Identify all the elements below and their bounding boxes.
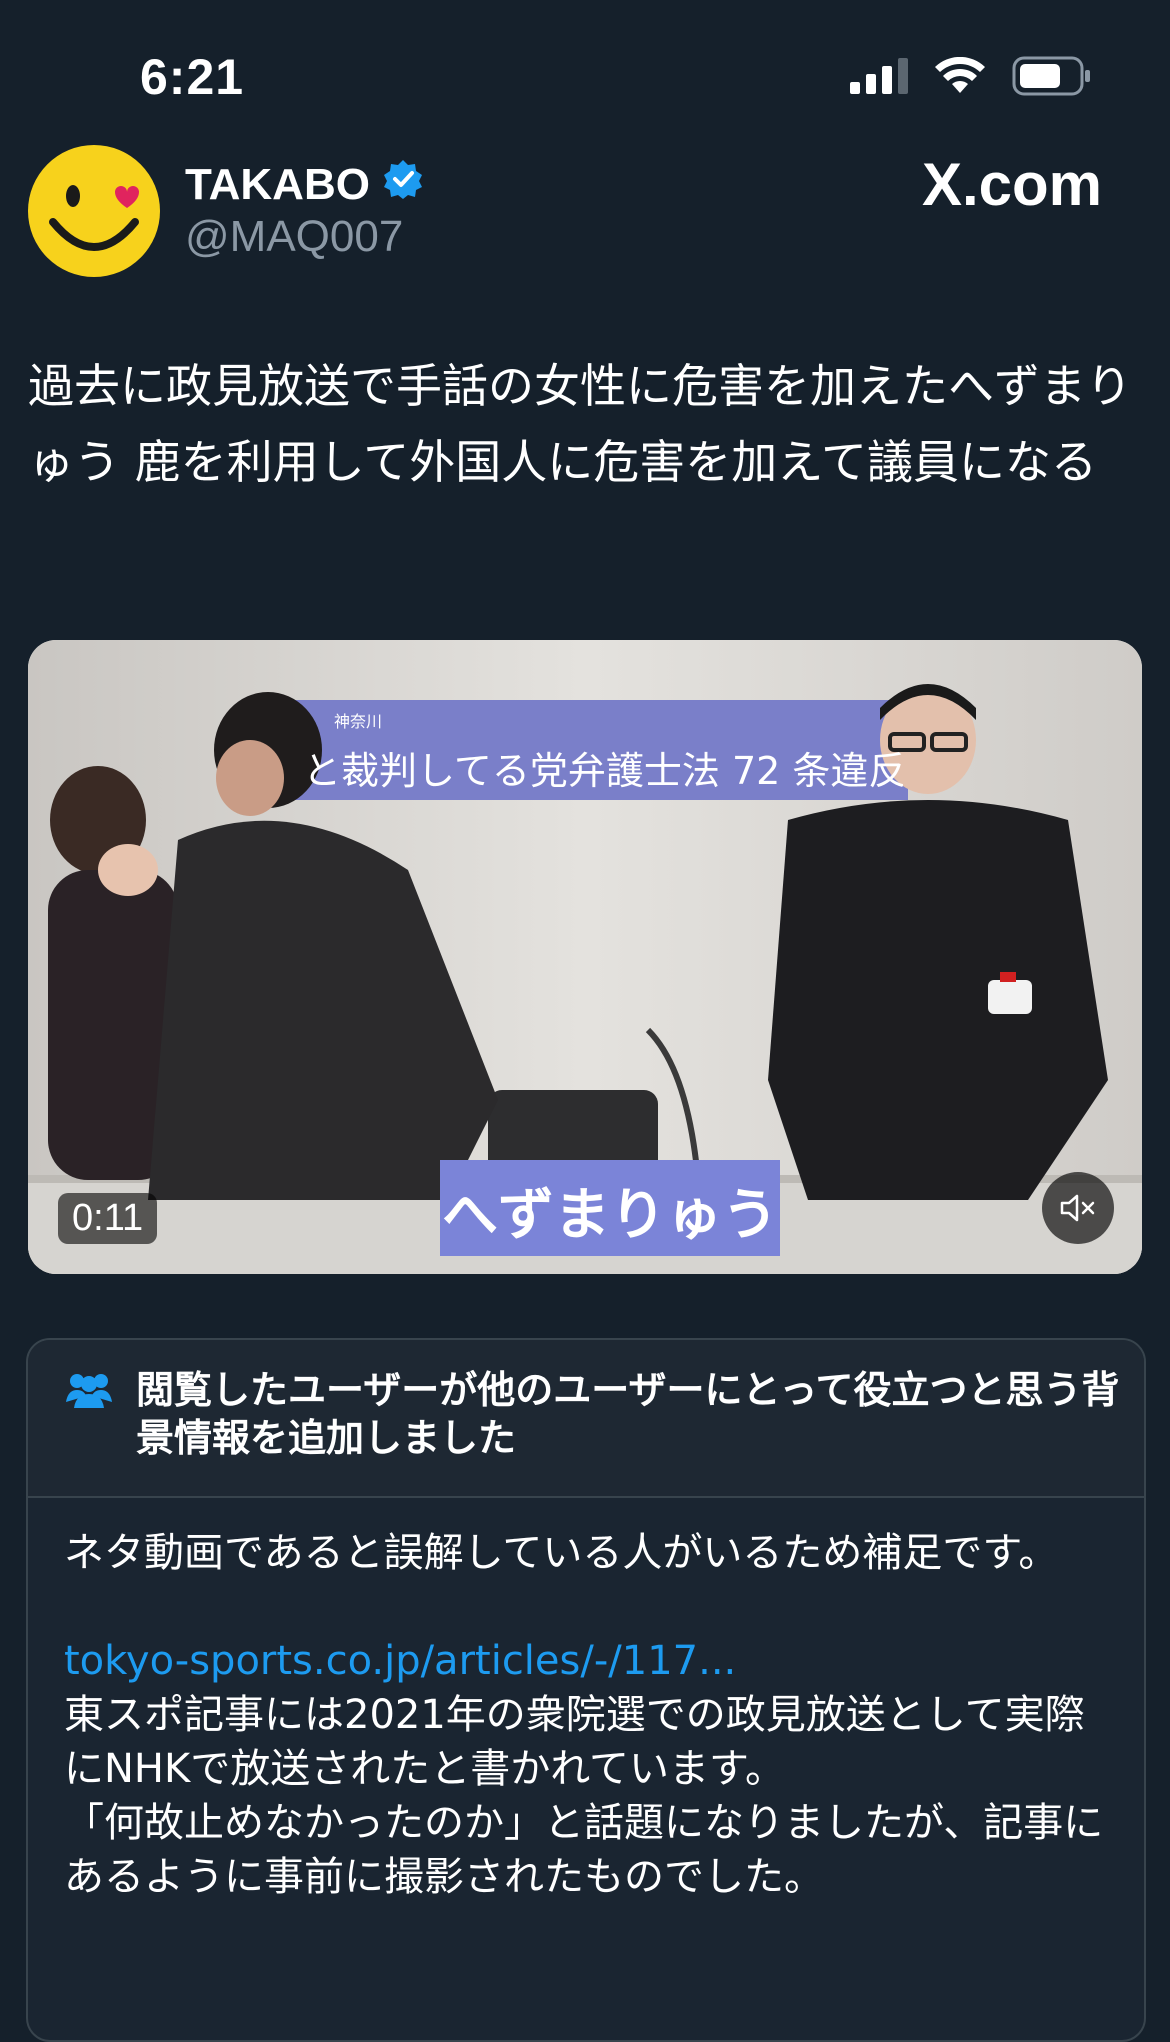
site-label: X.com: [921, 151, 1102, 218]
note-paragraph-2: 「何故止めなかったのか」と話題になりましたが、記事にあるように事前に撮影されたも…: [64, 1800, 1104, 1900]
wifi-icon: [934, 56, 986, 99]
post-header: TAKABO @MAQ007 X.com: [0, 140, 1170, 290]
x-com-logo: X.com: [922, 150, 1102, 219]
note-intro: ネタ動画であると誤解している人がいるため補足です。: [64, 1530, 1059, 1576]
video-duration: 0:11: [58, 1193, 158, 1244]
verified-badge-icon: [382, 158, 424, 211]
mute-button[interactable]: [1042, 1172, 1114, 1244]
avatar[interactable]: [27, 144, 161, 278]
post-text: 過去に政見放送で手話の女性に危害を加えたへずまりゅう 鹿を利用して外国人に危害を…: [28, 359, 1132, 489]
status-bar: 6:21: [0, 0, 1170, 150]
community-note-header: 閲覧したユーザーが他のユーザーにとって役立つと思う背景情報を追加しました: [28, 1340, 1144, 1498]
user-handle[interactable]: @MAQ007: [185, 212, 403, 262]
smiley-avatar-image: [28, 145, 160, 277]
banner-text: と裁判してる党弁護士法 72 条違反: [303, 749, 903, 793]
video-player[interactable]: 神奈川 と裁判してる党弁護士法 72 条違反 へずまりゅう 0:11: [28, 640, 1142, 1274]
speaker-muted-icon: [1059, 1192, 1097, 1224]
status-time: 6:21: [140, 49, 245, 105]
community-note-body: ネタ動画であると誤解している人がいるため補足です。 tokyo-sports.c…: [64, 1526, 1124, 1904]
cellular-signal-icon: [850, 58, 908, 98]
nameplate-text: へずまりゅう: [442, 1183, 778, 1248]
people-icon: [64, 1370, 114, 1414]
display-name-text: TAKABO: [185, 159, 370, 209]
community-note: 閲覧したユーザーが他のユーザーにとって役立つと思う背景情報を追加しました ネタ動…: [26, 1338, 1146, 2042]
display-name[interactable]: TAKABO: [185, 158, 424, 211]
note-paragraph-1: 東スポ記事には2021年の衆院選での政見放送として実際にNHKで放送されたと書か…: [64, 1692, 1085, 1792]
banner-small-label: 神奈川: [334, 712, 383, 731]
community-note-title: 閲覧したユーザーが他のユーザーにとって役立つと思う背景情報を追加しました: [136, 1368, 1120, 1460]
status-icons: [850, 56, 1092, 100]
note-source-link[interactable]: tokyo-sports.co.jp/articles/-/117...: [64, 1634, 1124, 1688]
battery-icon: [1012, 56, 1092, 100]
